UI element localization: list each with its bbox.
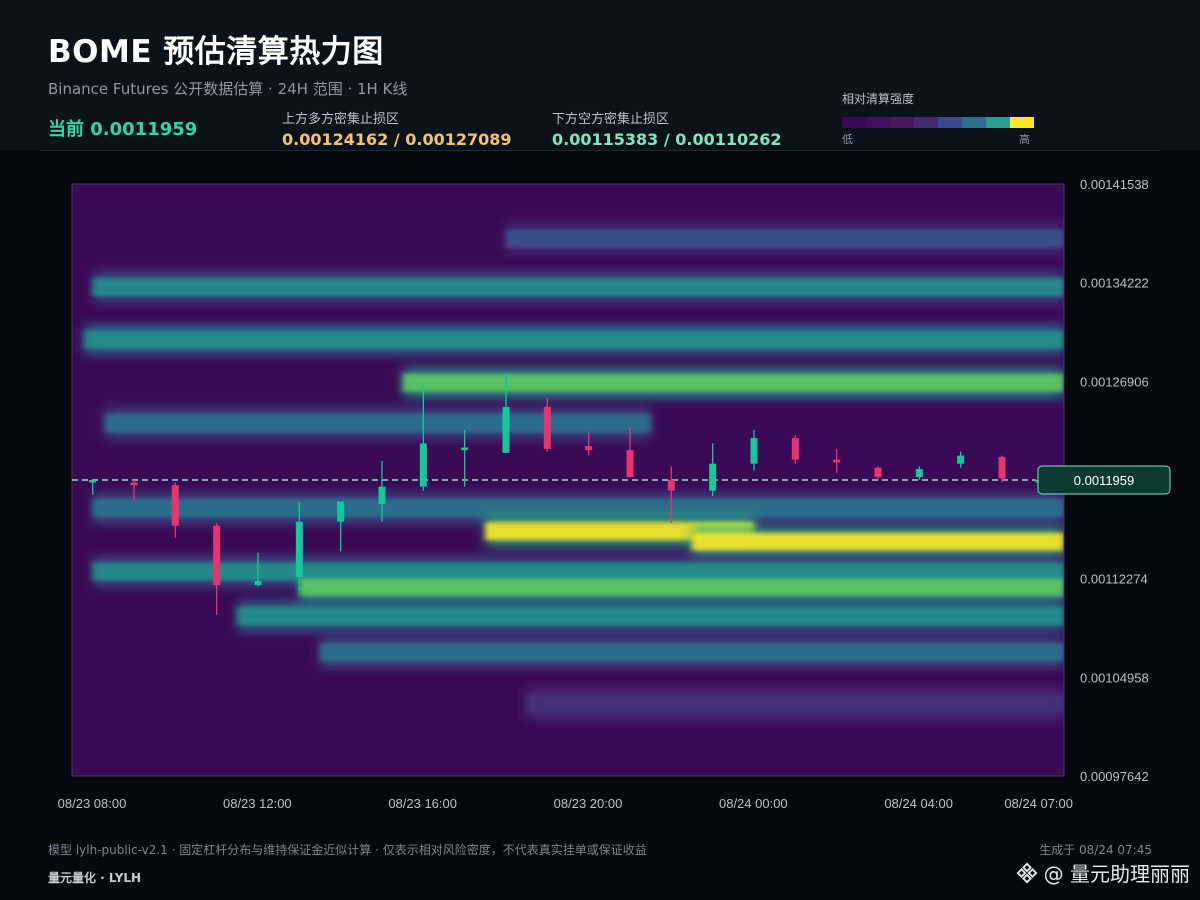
candle-body	[626, 450, 634, 478]
candle-body	[957, 455, 965, 464]
candle-body	[874, 467, 882, 478]
x-tick-label: 08/23 16:00	[388, 796, 457, 811]
candle-body	[378, 486, 386, 505]
liquidation-heatmap-chart: 0.00141538 0.00134222 0.00126906 0.00112274…	[58, 177, 1171, 811]
legend-swatch	[962, 117, 986, 128]
heat-band	[105, 414, 651, 433]
y-tick-label: 0.00097642	[1080, 769, 1149, 784]
candle-body	[89, 480, 97, 483]
candle	[791, 435, 799, 464]
watermark-text: @ 量元助理丽丽	[1043, 862, 1190, 886]
y-tick-label: 0.00112274	[1080, 572, 1148, 587]
x-tick-label: 08/24 07:00	[1004, 796, 1073, 811]
legend-color-scale	[842, 117, 1034, 128]
candle-body	[130, 482, 138, 486]
heat-band	[320, 643, 1064, 662]
candle-body	[337, 501, 345, 522]
candle-body	[254, 581, 262, 586]
heat-band	[692, 532, 1064, 551]
heat-band	[402, 373, 1064, 392]
heat-band	[237, 607, 1064, 626]
legend-title: 相对清算强度	[842, 92, 915, 106]
candle	[998, 455, 1006, 483]
candle-body	[295, 521, 303, 577]
candle-body	[667, 479, 675, 491]
heat-band	[506, 229, 1064, 248]
legend-swatch	[842, 117, 866, 128]
legend-swatch	[914, 117, 938, 128]
x-tick-label: 08/24 00:00	[719, 796, 788, 811]
footer-brand: 量元量化 · LYLH	[48, 871, 142, 885]
header-divider	[40, 150, 1160, 151]
candle-body	[461, 447, 469, 451]
page-subtitle: Binance Futures 公开数据估算 · 24H 范围 · 1H K线	[48, 80, 408, 98]
upper-zone-label: 上方多方密集止损区	[282, 112, 400, 127]
y-tick-label: 0.00134222	[1080, 276, 1149, 291]
legend-swatch	[1010, 117, 1034, 128]
intensity-legend: 相对清算强度 低 高	[842, 90, 1042, 147]
heat-band	[92, 499, 1064, 518]
x-axis-ticks: 08/23 08:00 08/23 12:00 08/23 16:00 08/23 2…	[58, 796, 1073, 811]
heat-band	[526, 694, 1064, 713]
candle-body	[750, 438, 758, 464]
x-tick-label: 08/23 08:00	[58, 796, 127, 811]
current-price-tag-text: 0.0011959	[1074, 473, 1135, 488]
candle-body	[585, 446, 593, 451]
current-price-tag: 0.0011959	[1037, 465, 1171, 495]
heat-band	[84, 330, 1064, 349]
legend-swatch	[890, 117, 914, 128]
x-tick-label: 08/24 04:00	[884, 796, 953, 811]
current-price-label: 当前 0.0011959	[48, 119, 198, 140]
upper-zone: 上方多方密集止损区 0.00124162 / 0.00127089	[282, 108, 512, 149]
lower-zone-value: 0.00115383 / 0.00110262	[552, 130, 782, 149]
footer-note: 模型 lylh-public-v2.1 · 固定杠杆分布与维持保证金近似计算 ·…	[48, 843, 647, 857]
lower-zone-label: 下方空方密集止损区	[552, 112, 670, 127]
candle-body	[502, 407, 510, 453]
candle-body	[998, 456, 1006, 479]
candle-body	[791, 438, 799, 460]
y-tick-label: 0.00126906	[1080, 374, 1149, 389]
candle-body	[419, 443, 427, 487]
candle-body	[543, 407, 551, 449]
y-tick-label: 0.00141538	[1080, 177, 1149, 192]
lower-zone: 下方空方密集止损区 0.00115383 / 0.00110262	[552, 108, 782, 149]
binance-diamond-icon	[1016, 862, 1038, 883]
legend-swatch	[986, 117, 1010, 128]
page-title: BOME 预估清算热力图	[48, 34, 384, 70]
legend-low-label: 低	[842, 133, 853, 146]
y-tick-label: 0.00104958	[1080, 670, 1149, 685]
watermark: @ 量元助理丽丽	[1016, 858, 1190, 887]
x-tick-label: 08/23 20:00	[554, 796, 623, 811]
candle-body	[709, 463, 717, 491]
legend-high-label: 高	[1019, 133, 1030, 146]
legend-ends: 低 高	[842, 131, 1034, 147]
candle-body	[833, 459, 841, 463]
candle-body	[213, 525, 221, 586]
legend-swatch	[938, 117, 962, 128]
header: BOME 预估清算热力图 Binance Futures 公开数据估算 · 24…	[0, 0, 1200, 150]
x-tick-label: 08/23 12:00	[223, 796, 292, 811]
generated-time: 生成于 08/24 07:45	[1039, 843, 1152, 857]
upper-zone-value: 0.00124162 / 0.00127089	[282, 130, 512, 149]
legend-swatch	[866, 117, 890, 128]
candle-body	[915, 469, 923, 478]
heat-band	[92, 278, 1064, 297]
heat-band	[299, 578, 1064, 597]
candle-body	[171, 485, 179, 526]
